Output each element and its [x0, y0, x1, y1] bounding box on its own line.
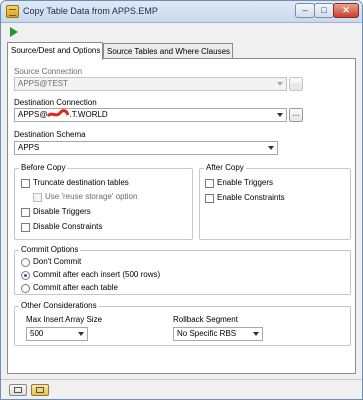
disable-triggers-label: Disable Triggers — [33, 207, 91, 216]
chevron-down-icon — [253, 332, 259, 336]
truncate-destination-label: Truncate destination tables — [33, 178, 129, 187]
window-title: Copy Table Data from APPS.EMP — [23, 6, 158, 16]
grid-view-button[interactable] — [9, 384, 27, 396]
output-icon — [36, 387, 44, 393]
rollback-segment-value: No Specific RBS — [177, 329, 237, 338]
output-view-button[interactable] — [31, 384, 49, 396]
disable-triggers-checkbox[interactable] — [21, 208, 30, 217]
commit-each-table-radio[interactable] — [21, 284, 30, 293]
after-copy-group: After Copy Enable Triggers Enable Constr… — [199, 163, 351, 240]
other-considerations-group: Other Considerations Max Insert Array Si… — [14, 301, 351, 346]
disable-constraints-label: Disable Constraints — [33, 222, 103, 231]
chevron-down-icon — [277, 82, 283, 86]
enable-constraints-checkbox[interactable] — [205, 194, 214, 203]
commit-each-insert-radio[interactable] — [21, 271, 30, 280]
destination-connection-prefix: APPS@ — [18, 110, 48, 119]
after-copy-title: After Copy — [204, 163, 246, 172]
dont-commit-radio[interactable] — [21, 258, 30, 267]
source-connection-label: Source Connection — [14, 67, 83, 76]
commit-options-group: Commit Options Don't Commit Commit after… — [14, 245, 351, 295]
tab-source-dest-options[interactable]: Source/Dest and Options — [7, 42, 103, 60]
commit-options-title: Commit Options — [19, 245, 81, 254]
enable-constraints-label: Enable Constraints — [217, 193, 285, 202]
truncate-destination-checkbox[interactable] — [21, 179, 30, 188]
enable-triggers-checkbox[interactable] — [205, 179, 214, 188]
close-button[interactable]: ✕ — [333, 3, 359, 18]
chevron-down-icon — [268, 146, 274, 150]
commit-each-insert-label: Commit after each insert (500 rows) — [33, 270, 161, 279]
max-insert-array-size-label: Max Insert Array Size — [26, 315, 103, 324]
status-bar — [1, 379, 362, 399]
copy-table-data-window: Copy Table Data from APPS.EMP – □ ✕ Sour… — [0, 0, 363, 400]
commit-each-table-label: Commit after each table — [33, 283, 118, 292]
dont-commit-label: Don't Commit — [33, 257, 82, 266]
before-copy-title: Before Copy — [19, 163, 68, 172]
minimize-button[interactable]: – — [295, 3, 315, 18]
max-insert-array-size-select[interactable]: 500 — [26, 327, 88, 341]
title-bar[interactable]: Copy Table Data from APPS.EMP – □ ✕ — [1, 1, 362, 23]
source-connection-value: APPS@TEST — [18, 79, 68, 88]
rollback-segment-label: Rollback Segment — [173, 315, 238, 324]
before-copy-group: Before Copy Truncate destination tables … — [14, 163, 193, 240]
destination-connection-select[interactable]: APPS@ .T.WORLD — [14, 108, 287, 122]
reuse-storage-label: Use 'reuse storage' option — [45, 192, 138, 201]
destination-connection-label: Destination Connection — [14, 98, 97, 107]
other-considerations-title: Other Considerations — [19, 301, 99, 310]
toolbar — [1, 23, 362, 40]
disable-constraints-checkbox[interactable] — [21, 223, 30, 232]
options-panel: Source Connection APPS@TEST ... Destinat… — [7, 58, 356, 374]
chevron-down-icon — [78, 332, 84, 336]
table-icon — [6, 5, 19, 18]
rollback-segment-select[interactable]: No Specific RBS — [173, 327, 263, 341]
grid-icon — [14, 387, 22, 393]
enable-triggers-label: Enable Triggers — [217, 178, 274, 187]
chevron-down-icon — [277, 113, 283, 117]
source-connection-select: APPS@TEST — [14, 77, 287, 91]
destination-schema-select[interactable]: APPS — [14, 141, 278, 155]
source-connection-browse-button: ... — [289, 77, 303, 91]
redaction-mark — [47, 109, 70, 119]
destination-schema-value: APPS — [18, 143, 40, 152]
reuse-storage-checkbox — [33, 193, 42, 202]
run-triangle-icon[interactable] — [10, 27, 18, 37]
max-insert-array-size-value: 500 — [30, 329, 44, 338]
destination-connection-suffix: .T.WORLD — [69, 110, 108, 119]
maximize-button[interactable]: □ — [314, 3, 334, 18]
destination-connection-browse-button[interactable]: ... — [289, 108, 303, 122]
destination-schema-label: Destination Schema — [14, 130, 86, 139]
